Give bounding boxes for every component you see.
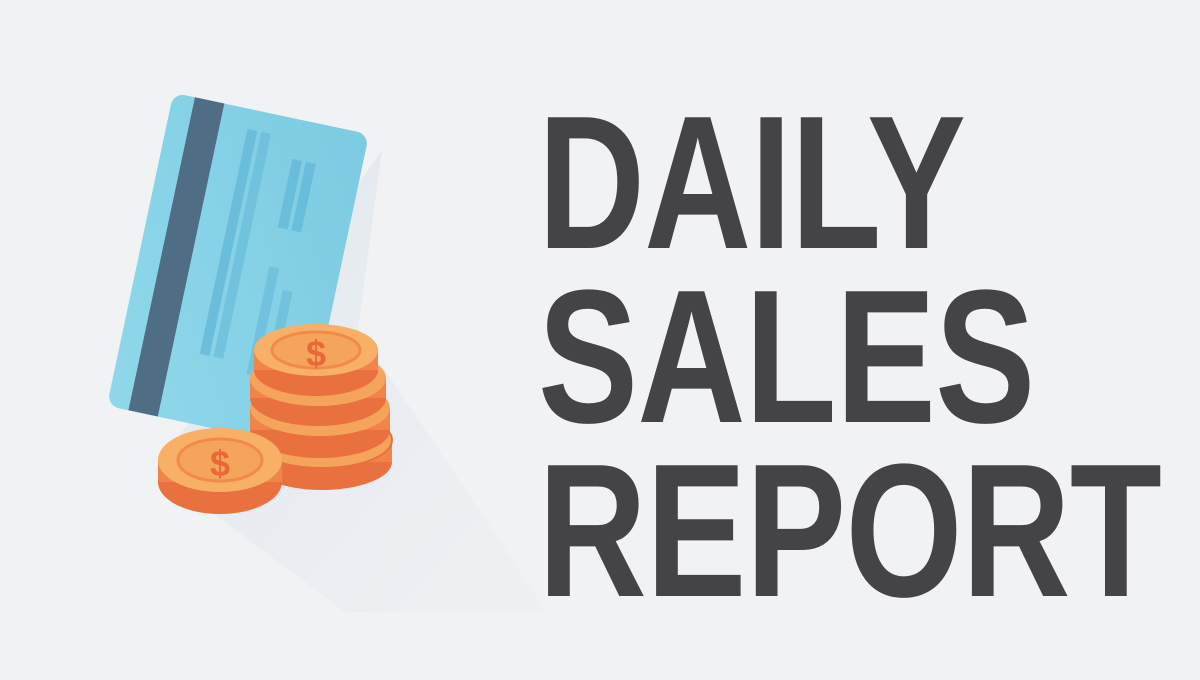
banner: $ $ DAILY SALES REPORT xyxy=(0,0,1200,680)
title-line-daily: DAILY xyxy=(538,77,966,289)
title-line-report: REPORT xyxy=(538,425,1162,637)
report-title: DAILY SALES REPORT xyxy=(538,77,1162,626)
title-line-sales: SALES xyxy=(538,251,1035,463)
dollar-coin-icon: $ xyxy=(306,333,326,374)
dollar-coin-icon: $ xyxy=(210,443,230,484)
